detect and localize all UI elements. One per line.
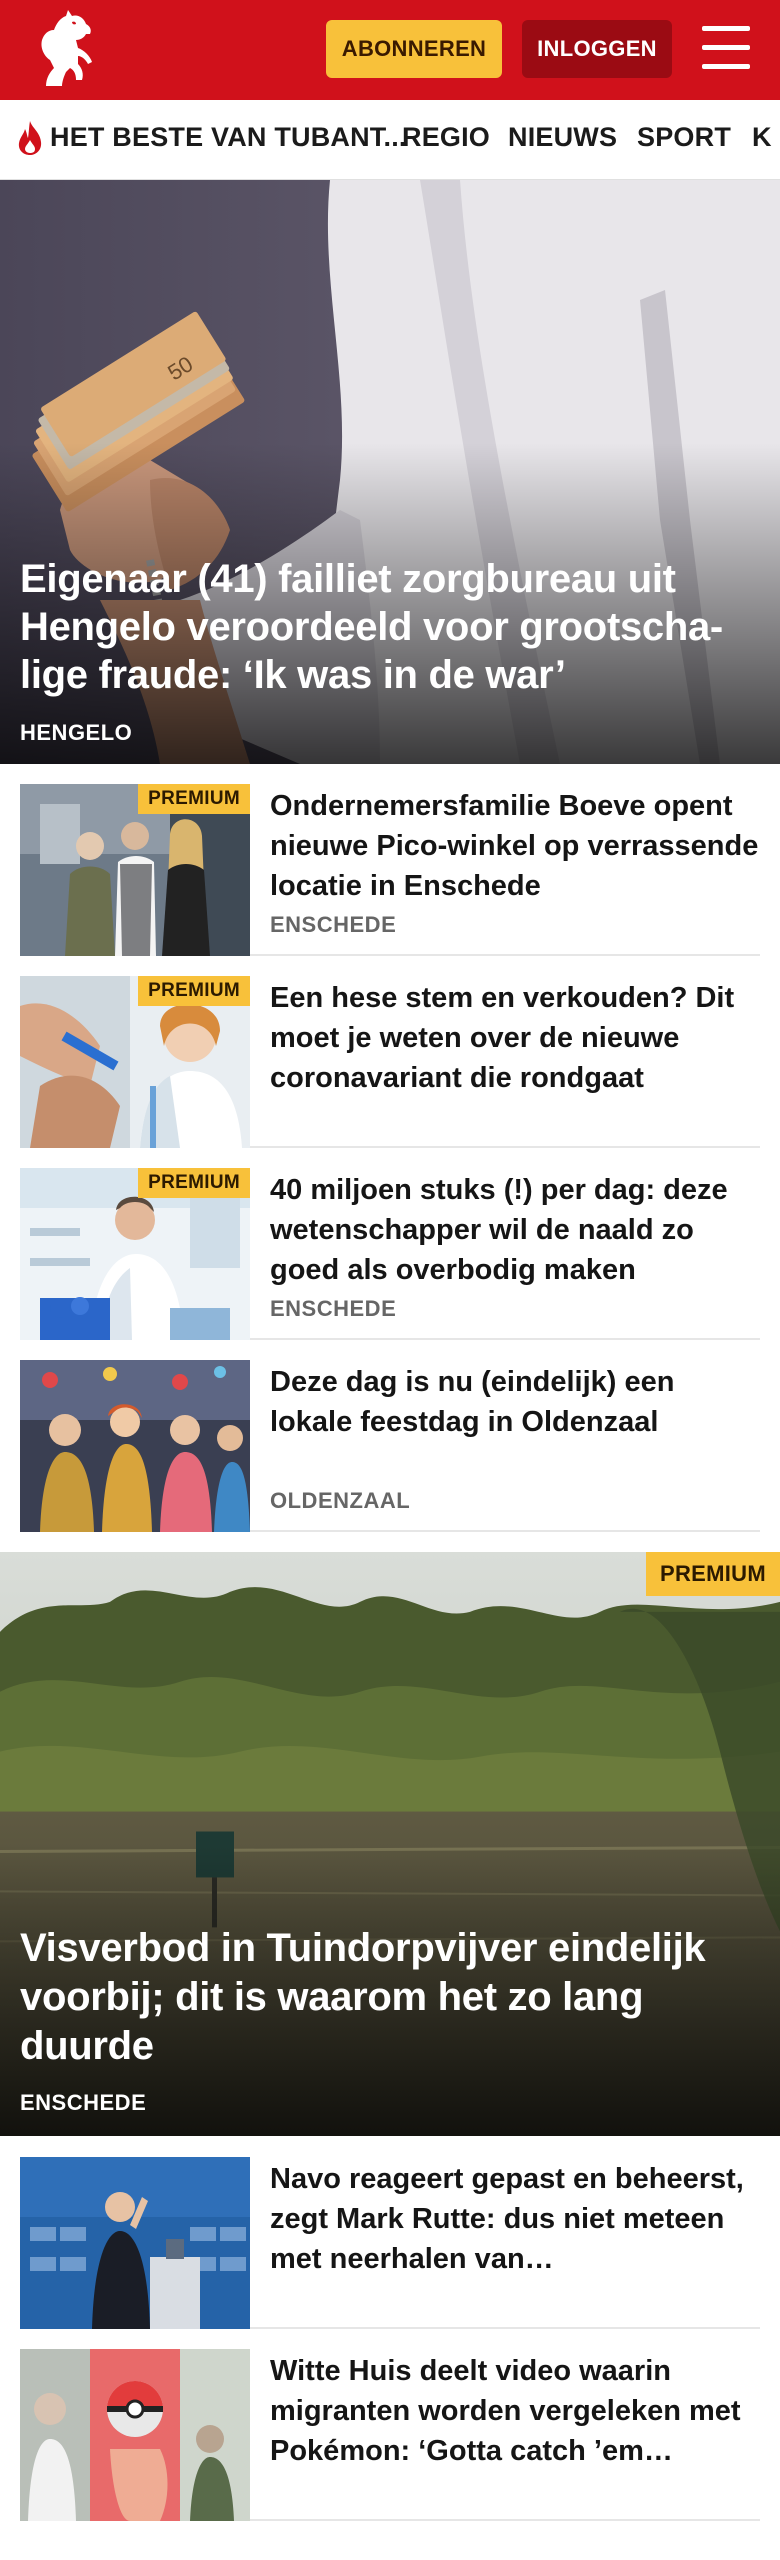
list-item[interactable]: Witte Huis deelt video waarin migranten … [20, 2329, 760, 2521]
list-item[interactable]: PREMIUM 40 miljoen stuks (!) per dag: de… [20, 1148, 760, 1340]
article-title[interactable]: 40 miljoen stuks (!) per dag: deze weten… [270, 1170, 760, 1290]
flame-icon [18, 121, 42, 155]
nav-item-regio[interactable]: REGIO [402, 122, 490, 153]
featured-location: ENSCHEDE [20, 2090, 147, 2115]
article-thumbnail: PREMIUM [20, 784, 250, 956]
subscribe-button[interactable]: ABONNEREN [326, 20, 502, 78]
premium-badge: PREMIUM [138, 784, 250, 814]
section-nav: HET BESTE VAN TUBANT... REGIO NIEUWS SPO… [0, 100, 780, 180]
nav-item-best-of-tubantia[interactable]: HET BESTE VAN TUBANT... [50, 122, 407, 153]
hero-location: HENGELO [20, 720, 133, 745]
article-thumbnail: PREMIUM [20, 1168, 250, 1340]
article-thumbnail [20, 1360, 250, 1532]
article-thumbnail [20, 2349, 250, 2521]
premium-badge: PREMIUM [138, 976, 250, 1006]
article-title[interactable]: Ondernemersfamilie Boeve opent nieuwe Pi… [270, 786, 760, 906]
menu-bar [702, 26, 750, 31]
featured-article[interactable]: PREMIUM Visverbod in Tuindorpvijver eind… [0, 1552, 780, 2137]
list-item[interactable]: Navo reageert gepast en beheerst, zegt M… [20, 2137, 760, 2329]
nav-item-next[interactable]: K [752, 122, 772, 153]
premium-badge: PREMIUM [138, 1168, 250, 1198]
list-item[interactable]: PREMIUM Ondernemersfamilie Boeve opent n… [20, 764, 760, 956]
article-title[interactable]: Navo reageert gepast en beheerst, zegt M… [270, 2159, 760, 2279]
article-location: ENSCHEDE [270, 1296, 397, 1321]
horse-logo-icon[interactable] [28, 8, 108, 92]
hamburger-menu-icon[interactable] [702, 26, 750, 70]
top-header: ABONNEREN INLOGGEN [0, 0, 780, 100]
login-button[interactable]: INLOGGEN [522, 20, 672, 78]
menu-bar [702, 45, 750, 50]
list-item[interactable]: PREMIUM Een hese stem en verkouden? Dit … [20, 956, 760, 1148]
article-title[interactable]: Een hese stem en verkouden? Dit moet je … [270, 978, 760, 1098]
menu-bar [702, 64, 750, 69]
nav-item-sport[interactable]: SPORT [637, 122, 731, 153]
nav-item-nieuws[interactable]: NIEUWS [508, 122, 617, 153]
article-thumbnail: PREMIUM [20, 976, 250, 1148]
premium-badge: PREMIUM [646, 1552, 780, 1596]
article-title[interactable]: Witte Huis deelt video waarin migranten … [270, 2351, 760, 2471]
article-location: OLDENZAAL [270, 1488, 411, 1513]
featured-title[interactable]: Visverbod in Tuindorpvijver eindelijk vo… [20, 1924, 760, 2071]
article-location: ENSCHEDE [270, 912, 397, 937]
hero-title[interactable]: Eigenaar (41) failliet zorgbureau uit He… [20, 555, 760, 699]
article-thumbnail [20, 2157, 250, 2329]
hero-article[interactable]: 50 Eigenaar (41) failliet zorgbureau uit… [0, 180, 780, 764]
article-title[interactable]: Deze dag is nu (eindelijk) een lokale fe… [270, 1362, 760, 1482]
list-item[interactable]: Deze dag is nu (eindelijk) een lokale fe… [20, 1340, 760, 1532]
